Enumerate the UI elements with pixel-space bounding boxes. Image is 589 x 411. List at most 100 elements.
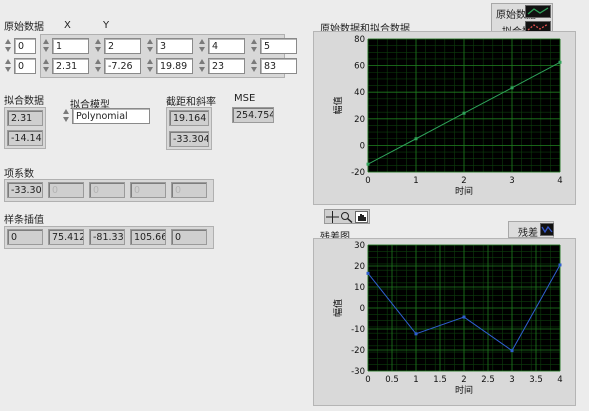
fit-model-select[interactable]: Polynomial [72, 108, 150, 124]
raw-data-label: 原始数据 [4, 22, 44, 33]
line-swatch-icon [527, 7, 549, 15]
x-value-input-stepper-0[interactable] [42, 38, 51, 54]
spline-value-2: -81.33 [89, 229, 125, 245]
main-y-axis-label: 幅值 [332, 96, 344, 114]
main-graph-plot[interactable]: 0 1 2 3 4-20020406080时间幅值 [313, 31, 576, 205]
residual-graph-plot[interactable]: 0 0.5 1 1.5 2 2.5 3 3.5 4 -30 -20 -10 0 10 20 30 时间 幅值 [313, 238, 576, 406]
x-value-input-2[interactable]: 3 [156, 38, 193, 54]
y-value-input-1[interactable]: -7.26 [104, 58, 141, 74]
main-x-tick-label: 2 [461, 176, 466, 186]
y-value-input-stepper-2[interactable] [146, 58, 155, 74]
x-header: X [64, 20, 71, 31]
coefficient-value-2: 0 [89, 182, 125, 198]
main-data-point [366, 162, 370, 166]
y-value-input-stepper-0[interactable] [42, 58, 51, 74]
x-value-input-1[interactable]: 2 [104, 38, 141, 54]
residual-y-tick-label: -30 [351, 367, 365, 377]
residual-x-tick-label: 3.5 [529, 375, 543, 385]
fit-data-label: 拟合数据 [4, 96, 44, 107]
y-value-input-stepper-1[interactable] [94, 58, 103, 74]
x-value-input-stepper-4[interactable] [250, 38, 259, 54]
main-data-point [510, 86, 514, 90]
x-value-input-3[interactable]: 4 [208, 38, 245, 54]
residual-y-tick-label: 20 [354, 262, 365, 272]
fit-data-value-1: -14.14 [7, 130, 43, 146]
y-value-input-2[interactable]: 19.89 [156, 58, 193, 74]
fit-data-value-0: 2.31 [7, 110, 43, 126]
main-x-tick-label: 3 [509, 176, 514, 186]
main-data-point [462, 111, 466, 115]
intercept-value: 19.164 [169, 110, 209, 126]
index-x-stepper[interactable] [4, 38, 13, 54]
coefficient-value-0: -33.304 [7, 182, 43, 198]
residual-data-point [462, 315, 466, 319]
y-value-input-3[interactable]: 23 [208, 58, 245, 74]
main-y-tick-label: -20 [351, 168, 365, 178]
crosshair-icon[interactable] [326, 211, 339, 223]
y-value-input-stepper-4[interactable] [250, 58, 259, 74]
main-x-axis-label: 时间 [455, 185, 473, 197]
slope-value: -33.304 [169, 131, 209, 147]
residual-y-tick-label: 10 [354, 283, 365, 293]
residual-x-tick-label: 1 [413, 375, 418, 385]
coefficients-label: 项系数 [4, 169, 34, 180]
coefficient-value-3: 0 [130, 182, 166, 198]
residual-y-tick-label: -20 [351, 346, 365, 356]
x-value-input-stepper-1[interactable] [94, 38, 103, 54]
intercept-slope-label: 截距和斜率 [166, 97, 216, 108]
y-value-input-4[interactable]: 83 [260, 58, 297, 74]
index-x-input[interactable]: 0 [14, 38, 36, 54]
main-x-tick-label: 1 [413, 176, 418, 186]
main-y-tick-label: 0 [360, 141, 365, 151]
y-value-input-0[interactable]: 2.31 [52, 58, 89, 74]
main-data-point [414, 137, 418, 141]
coefficient-value-1: 0 [48, 182, 84, 198]
main-y-tick-label: 80 [354, 35, 365, 45]
line-point-swatch-icon [541, 225, 553, 234]
residual-y-tick-label: -10 [351, 325, 365, 335]
graph-palette [324, 209, 370, 224]
index-y-input[interactable]: 0 [14, 58, 36, 74]
residual-x-tick-label: 1.5 [433, 375, 447, 385]
mse-value: 254.754 [232, 107, 274, 123]
spline-value-3: 105.668 [130, 229, 166, 245]
main-data-point [558, 60, 562, 64]
y-header: Y [103, 20, 110, 31]
x-value-input-4[interactable]: 5 [260, 38, 297, 54]
residual-data-point [414, 332, 418, 336]
x-value-input-0[interactable]: 1 [52, 38, 89, 54]
fit-model-ring-arrows[interactable] [62, 108, 71, 124]
residual-graph-legend[interactable]: 残差 [508, 221, 554, 239]
spline-label: 样条插值 [4, 215, 44, 226]
residual-data-point [558, 263, 562, 267]
x-value-input-stepper-2[interactable] [146, 38, 155, 54]
spline-value-4: 0 [171, 229, 207, 245]
legend-raw-data-swatch [525, 5, 551, 18]
residual-data-point [366, 271, 370, 275]
main-y-tick-label: 20 [354, 115, 365, 125]
residual-x-axis-label: 时间 [455, 384, 473, 396]
legend-residual-swatch [540, 223, 554, 236]
zoom-icon[interactable] [340, 211, 353, 224]
residual-x-tick-label: 4 [557, 375, 562, 385]
mse-label: MSE [234, 93, 256, 104]
x-value-input-stepper-3[interactable] [198, 38, 207, 54]
residual-x-tick-label: 0 [365, 375, 370, 385]
residual-x-tick-label: 0.5 [385, 375, 399, 385]
y-value-input-stepper-3[interactable] [198, 58, 207, 74]
main-y-tick-label: 40 [354, 88, 365, 98]
spline-value-1: 75.4125 [48, 229, 84, 245]
residual-x-tick-label: 2 [461, 375, 466, 385]
index-y-stepper[interactable] [4, 58, 13, 74]
residual-x-tick-label: 3 [509, 375, 514, 385]
residual-x-tick-label: 2.5 [481, 375, 495, 385]
residual-y-tick-label: 30 [354, 241, 365, 251]
main-y-tick-label: 60 [354, 62, 365, 72]
residual-y-tick-label: 0 [360, 304, 365, 314]
main-x-tick-label: 0 [365, 176, 370, 186]
coefficient-value-4: 0 [171, 182, 207, 198]
pan-hand-icon[interactable] [355, 211, 368, 223]
legend-residual-label: 残差 [518, 228, 538, 239]
residual-data-point [510, 349, 514, 353]
main-x-tick-label: 4 [557, 176, 562, 186]
